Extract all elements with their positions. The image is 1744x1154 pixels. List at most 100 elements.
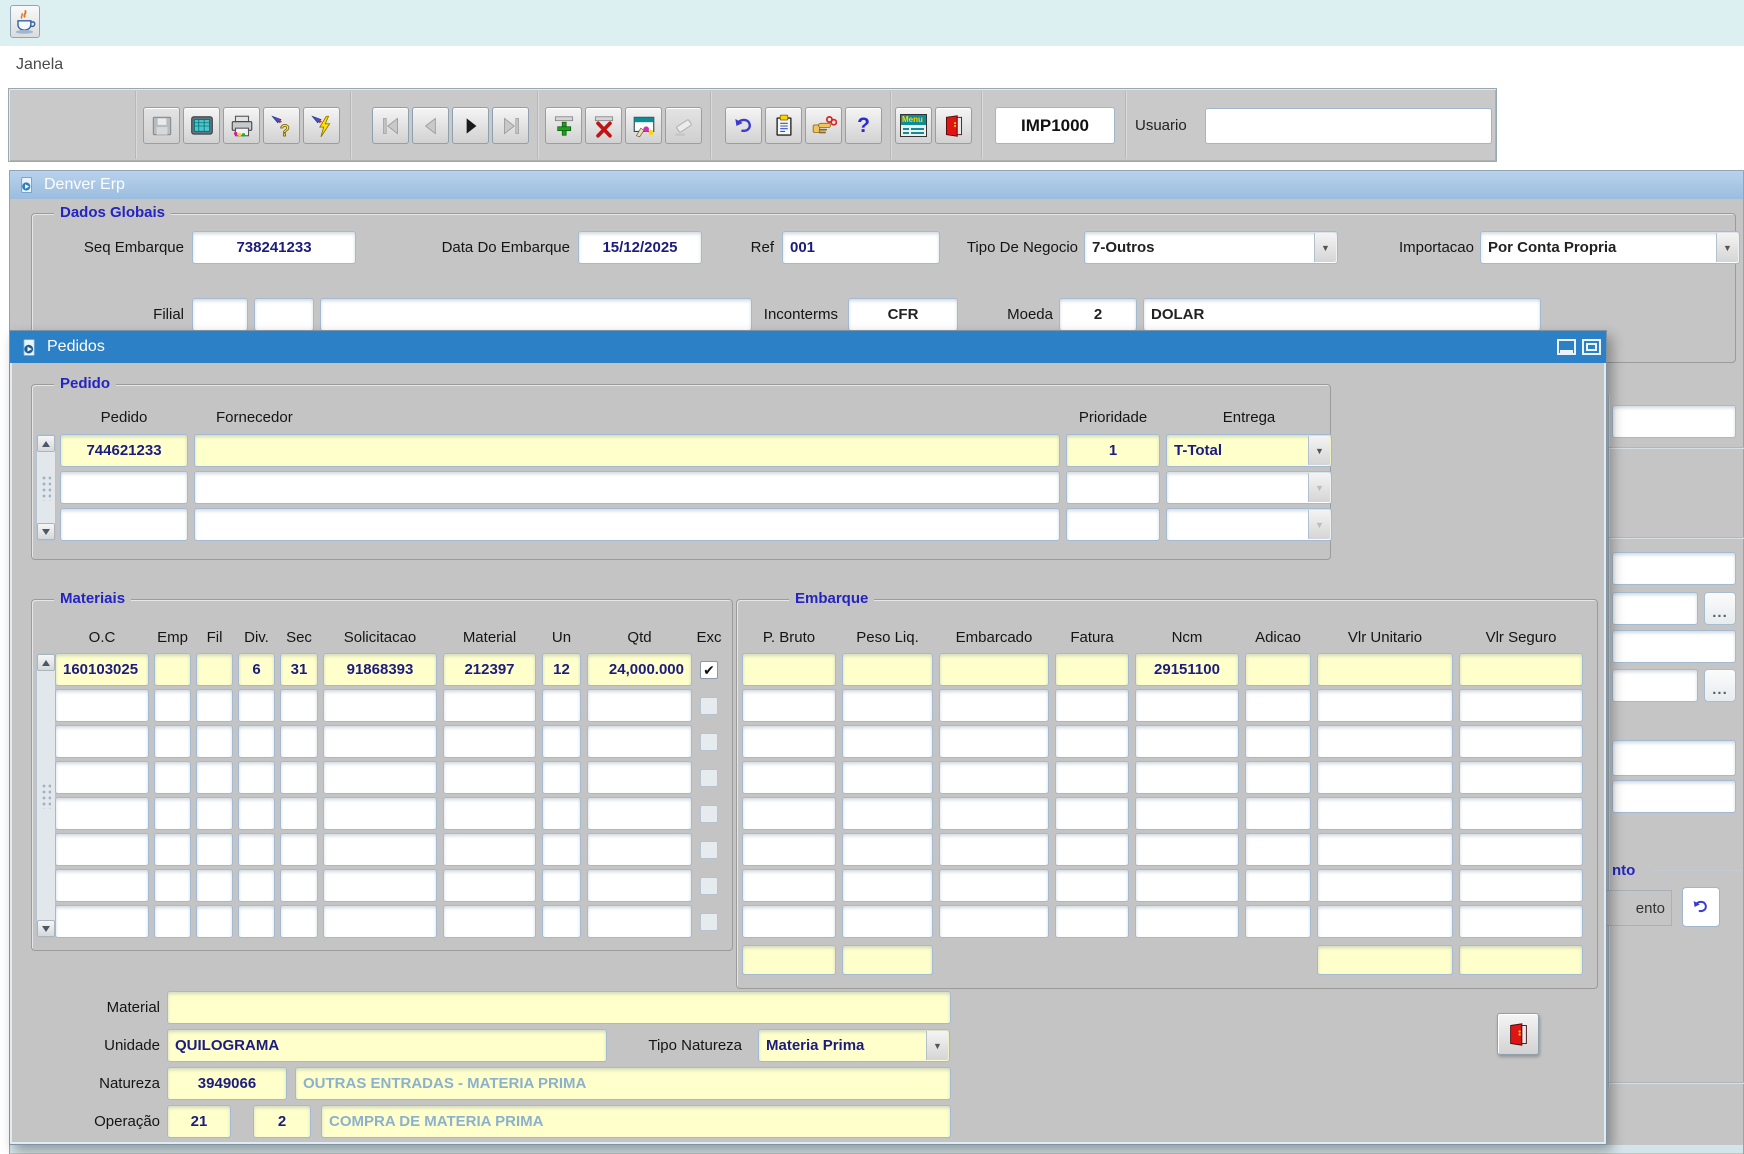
prioridade-cell[interactable] <box>1066 471 1160 504</box>
exit-button[interactable] <box>935 107 972 144</box>
background-field[interactable] <box>1612 552 1736 585</box>
oc-cell[interactable] <box>55 869 149 902</box>
vlr-seguro-total-field[interactable] <box>1459 945 1583 975</box>
entrega-select[interactable] <box>1166 508 1332 541</box>
div-cell[interactable] <box>238 725 275 758</box>
sec-cell[interactable] <box>280 689 318 722</box>
qtd-cell[interactable] <box>587 905 692 938</box>
p-bruto-total-field[interactable] <box>742 945 836 975</box>
vlr-unitario-cell[interactable] <box>1317 833 1453 866</box>
p-bruto-cell[interactable] <box>742 833 836 866</box>
qtd-cell[interactable] <box>587 797 692 830</box>
un-cell[interactable] <box>542 797 581 830</box>
ncm-cell[interactable] <box>1135 869 1239 902</box>
fornecedor-cell[interactable] <box>194 434 1060 467</box>
div-cell[interactable] <box>238 833 275 866</box>
emp-cell[interactable] <box>154 689 191 722</box>
adicao-cell[interactable] <box>1245 905 1311 938</box>
p-bruto-cell[interactable] <box>742 761 836 794</box>
vlr-seguro-cell[interactable] <box>1459 797 1583 830</box>
vlr-unitario-cell[interactable] <box>1317 725 1453 758</box>
div-cell[interactable] <box>238 797 275 830</box>
material-cell[interactable] <box>443 869 536 902</box>
material-cell[interactable] <box>443 725 536 758</box>
seq-embarque-field[interactable]: 738241233 <box>192 231 356 264</box>
peso-liq-cell[interactable] <box>842 905 933 938</box>
natureza-desc-field[interactable]: OUTRAS ENTRADAS - MATERIA PRIMA <box>295 1067 951 1100</box>
fatura-cell[interactable] <box>1055 689 1129 722</box>
ref-field[interactable]: 001 <box>782 231 940 264</box>
vlr-seguro-cell[interactable] <box>1459 689 1583 722</box>
adicao-cell[interactable] <box>1245 833 1311 866</box>
qtd-cell[interactable] <box>587 761 692 794</box>
exc-checkbox[interactable] <box>700 841 718 859</box>
vlr-unitario-cell[interactable] <box>1317 653 1453 686</box>
un-cell[interactable] <box>542 725 581 758</box>
maximize-button[interactable] <box>1582 339 1601 355</box>
emp-cell[interactable] <box>154 833 191 866</box>
oc-cell[interactable] <box>55 905 149 938</box>
embarcado-cell[interactable] <box>939 761 1049 794</box>
ncm-cell[interactable] <box>1135 833 1239 866</box>
commit-button[interactable] <box>805 107 842 144</box>
div-cell[interactable] <box>238 905 275 938</box>
vlr-unitario-cell[interactable] <box>1317 761 1453 794</box>
fil-cell[interactable] <box>196 689 233 722</box>
background-field[interactable] <box>1612 780 1736 813</box>
fil-cell[interactable] <box>196 725 233 758</box>
p-bruto-cell[interactable] <box>742 725 836 758</box>
exc-checkbox[interactable] <box>700 769 718 787</box>
div-cell[interactable] <box>238 689 275 722</box>
dialog-titlebar[interactable]: Pedidos <box>10 331 1606 363</box>
div-cell[interactable] <box>238 761 275 794</box>
adicao-cell[interactable] <box>1245 653 1311 686</box>
solicitacao-cell[interactable] <box>323 869 437 902</box>
operacao-code1-field[interactable]: 21 <box>167 1105 231 1138</box>
peso-liq-cell[interactable] <box>842 797 933 830</box>
ncm-cell[interactable] <box>1135 797 1239 830</box>
oc-cell[interactable] <box>55 833 149 866</box>
peso-liq-total-field[interactable] <box>842 945 933 975</box>
data-do-embarque-field[interactable]: 15/12/2025 <box>578 231 702 264</box>
chevron-down-icon[interactable] <box>1314 233 1336 262</box>
emp-cell[interactable] <box>154 725 191 758</box>
previous-record-button[interactable] <box>412 107 449 144</box>
filial-field-1[interactable] <box>192 298 248 331</box>
solicitacao-cell[interactable] <box>323 725 437 758</box>
solicitacao-cell[interactable] <box>323 689 437 722</box>
ncm-cell[interactable] <box>1135 905 1239 938</box>
embarcado-cell[interactable] <box>939 689 1049 722</box>
minimize-button[interactable] <box>1557 339 1576 355</box>
sec-cell[interactable] <box>280 905 318 938</box>
pedido-cell[interactable] <box>60 471 188 504</box>
fil-cell[interactable] <box>196 905 233 938</box>
fatura-cell[interactable] <box>1055 653 1129 686</box>
fatura-cell[interactable] <box>1055 905 1129 938</box>
vlr-unitario-total-field[interactable] <box>1317 945 1453 975</box>
emp-cell[interactable] <box>154 869 191 902</box>
oc-cell[interactable] <box>55 797 149 830</box>
ellipsis-button[interactable] <box>1704 669 1736 702</box>
moeda-name-field[interactable]: DOLAR <box>1143 298 1541 331</box>
chevron-down-icon[interactable] <box>1308 436 1330 465</box>
vlr-seguro-cell[interactable] <box>1459 725 1583 758</box>
ncm-cell[interactable]: 29151100 <box>1135 653 1239 686</box>
vlr-seguro-cell[interactable] <box>1459 833 1583 866</box>
exc-checkbox[interactable] <box>700 661 718 679</box>
edit-window-button[interactable] <box>625 107 662 144</box>
qtd-cell[interactable]: 24,000.000 <box>587 653 692 686</box>
adicao-cell[interactable] <box>1245 725 1311 758</box>
solicitacao-cell[interactable]: 91868393 <box>323 653 437 686</box>
entrega-select[interactable]: T-Total <box>1166 434 1332 467</box>
p-bruto-cell[interactable] <box>742 653 836 686</box>
oc-cell[interactable] <box>55 689 149 722</box>
embarcado-cell[interactable] <box>939 833 1049 866</box>
oc-cell[interactable]: 160103025 <box>55 653 149 686</box>
peso-liq-cell[interactable] <box>842 869 933 902</box>
fatura-cell[interactable] <box>1055 797 1129 830</box>
unidade-field[interactable]: QUILOGRAMA <box>167 1029 607 1062</box>
first-record-button[interactable] <box>372 107 409 144</box>
fil-cell[interactable] <box>196 797 233 830</box>
material-cell[interactable]: 212397 <box>443 653 536 686</box>
enter-query-button[interactable]: ? <box>263 107 300 144</box>
